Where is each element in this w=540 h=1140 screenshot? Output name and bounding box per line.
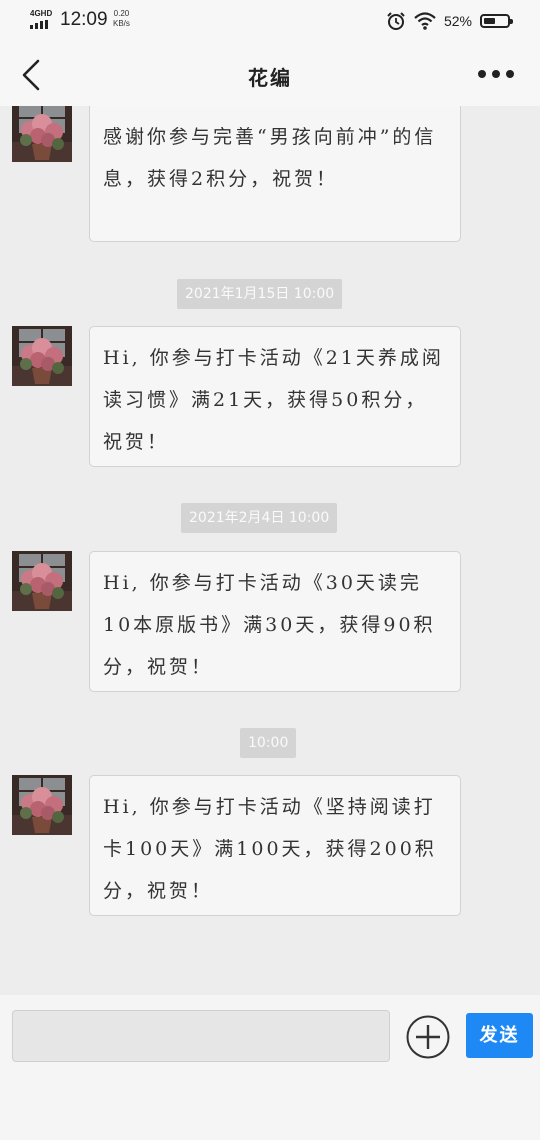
send-button[interactable]: 发送 [466, 1013, 533, 1058]
more-icon[interactable] [478, 70, 514, 78]
message-timestamp: 10:00 [240, 728, 297, 758]
message-bubble: Hi, 你参与打卡活动《坚持阅读打卡100天》满100天，获得200积分，祝贺！ [89, 775, 461, 916]
avatar[interactable] [12, 106, 72, 162]
avatar[interactable] [12, 775, 72, 835]
avatar-image [12, 551, 72, 611]
avatar[interactable] [12, 551, 72, 611]
avatar-image [12, 106, 72, 162]
avatar-image [12, 775, 72, 835]
message-timestamp: 2021年1月15日 10:00 [177, 279, 343, 309]
battery-icon [480, 14, 513, 28]
alarm-icon [387, 12, 405, 30]
avatar[interactable] [12, 326, 72, 386]
network-type: 4GHD [30, 9, 53, 18]
avatar-image [12, 326, 72, 386]
input-bar: 发送 [0, 995, 540, 1077]
page-title: 花编 [248, 66, 292, 90]
network-speed: 0.20 KB/s [113, 9, 130, 28]
status-time: 12:09 [60, 9, 108, 30]
battery-percent: 52% [443, 13, 472, 29]
signal-icon: 4GHD [30, 9, 52, 29]
chat-area[interactable]: 感谢你参与完善“男孩向前冲”的信息，获得2积分，祝贺！ 2021年1月15日 1… [0, 106, 540, 995]
message-timestamp: 2021年2月4日 10:00 [181, 503, 338, 533]
bottom-panel [0, 1077, 540, 1140]
message-bubble: 感谢你参与完善“男孩向前冲”的信息，获得2积分，祝贺！ [89, 106, 461, 242]
message-input[interactable] [12, 1010, 390, 1062]
wifi-icon [414, 12, 436, 30]
nav-bar: 花编 [0, 44, 540, 106]
plus-icon[interactable] [406, 1015, 450, 1059]
message-bubble: Hi, 你参与打卡活动《21天养成阅读习惯》满21天，获得50积分，祝贺！ [89, 326, 461, 467]
status-bar: 4GHD 12:09 0.20 KB/s 52% [0, 0, 540, 44]
message-bubble: Hi, 你参与打卡活动《30天读完10本原版书》满30天，获得90积分，祝贺！ [89, 551, 461, 692]
